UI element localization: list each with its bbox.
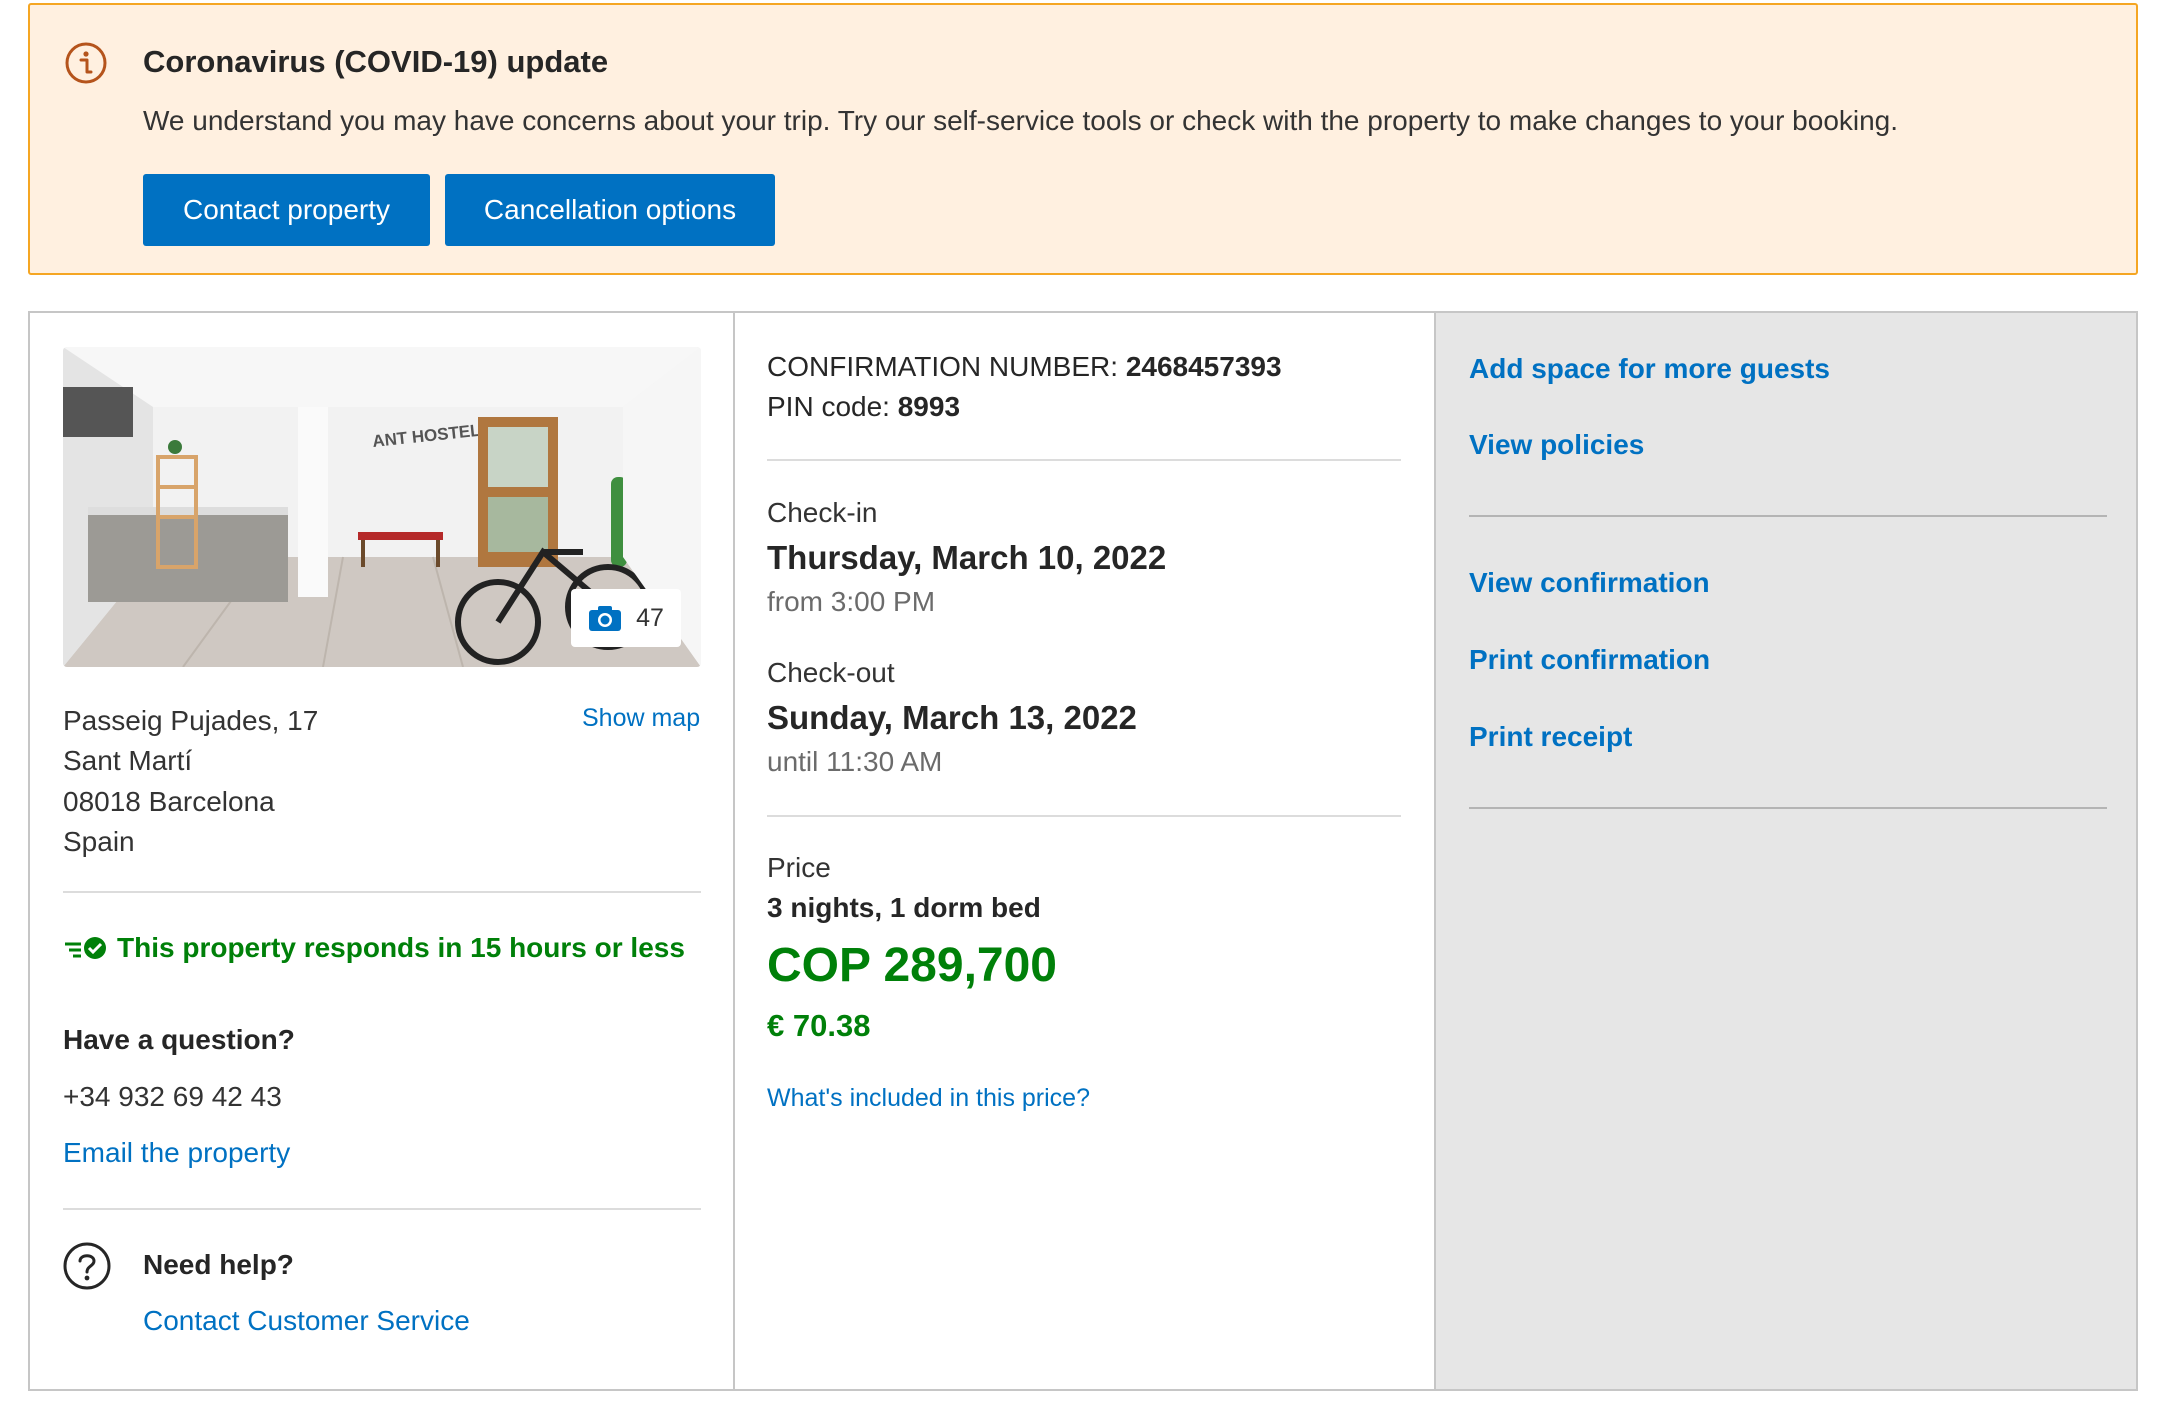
question-heading: Have a question?: [63, 1024, 295, 1055]
banner-title: Coronavirus (COVID-19) update: [143, 44, 609, 79]
price-included-link[interactable]: What's included in this price?: [767, 1084, 1090, 1113]
address-line: Passeig Pujades, 17: [63, 705, 319, 736]
booking-card: ANT HOSTEL 47 Passeig Pujades, 17 Sant M…: [28, 311, 2138, 1391]
banner-text: We understand you may have concerns abou…: [143, 105, 1899, 136]
confirmation-number-row: CONFIRMATION NUMBER: 2468457393: [767, 351, 1282, 383]
confirmation-number: 2468457393: [1125, 351, 1282, 382]
cancellation-options-button[interactable]: Cancellation options: [445, 174, 775, 246]
contact-property-button[interactable]: Contact property: [143, 174, 430, 246]
info-icon: [65, 42, 107, 84]
property-phone: +34 932 69 42 43: [63, 1081, 282, 1112]
email-property-link[interactable]: Email the property: [63, 1137, 290, 1169]
view-policies-link[interactable]: View policies: [1469, 429, 1644, 461]
pin-label: PIN code:: [767, 391, 890, 422]
price-detail: 3 nights, 1 dorm bed: [767, 892, 1041, 923]
print-confirmation-link[interactable]: Print confirmation: [1469, 644, 1710, 676]
contact-customer-service-link[interactable]: Contact Customer Service: [143, 1305, 470, 1337]
print-receipt-link[interactable]: Print receipt: [1469, 721, 1632, 753]
divider: [63, 1208, 701, 1210]
fast-response-check-icon: [65, 937, 106, 959]
add-space-link[interactable]: Add space for more guests: [1469, 353, 1830, 385]
help-question-icon: [63, 1242, 111, 1290]
checkin-date: Thursday, March 10, 2022: [767, 539, 1167, 576]
photo-count-badge[interactable]: 47: [571, 589, 681, 647]
camera-icon: [589, 606, 622, 631]
address-line: Spain: [63, 826, 135, 857]
divider: [1469, 515, 2107, 517]
divider: [1469, 807, 2107, 809]
property-photo[interactable]: ANT HOSTEL 47: [63, 347, 701, 667]
response-time-notice: This property responds in 15 hours or le…: [63, 932, 685, 964]
checkout-time: until 11:30 AM: [767, 746, 943, 777]
divider: [63, 891, 701, 893]
view-confirmation-link[interactable]: View confirmation: [1469, 567, 1710, 599]
column-divider: [1434, 313, 1436, 1389]
pin-code: 8993: [897, 391, 961, 422]
show-map-link[interactable]: Show map: [582, 704, 700, 733]
pin-code-row: PIN code: 8993: [767, 391, 960, 423]
checkin-time: from 3:00 PM: [767, 586, 936, 617]
divider: [767, 815, 1401, 817]
checkin-label: Check-in: [767, 497, 878, 528]
price-cop: COP 289,700: [767, 939, 1057, 992]
price-eur: € 70.38: [767, 1008, 871, 1043]
photo-count: 47: [636, 603, 664, 632]
checkout-label: Check-out: [767, 657, 895, 688]
checkout-date: Sunday, March 13, 2022: [767, 699, 1137, 736]
price-label: Price: [767, 852, 831, 883]
confirmation-label: CONFIRMATION NUMBER:: [767, 351, 1119, 382]
address-line: 08018 Barcelona: [63, 786, 275, 817]
column-divider: [733, 313, 735, 1389]
need-help-heading: Need help?: [143, 1249, 294, 1280]
address-line: Sant Martí: [63, 745, 193, 776]
covid-banner: Coronavirus (COVID-19) update We underst…: [28, 3, 2138, 275]
response-time-text: This property responds in 15 hours or le…: [117, 932, 685, 963]
divider: [767, 459, 1401, 461]
actions-panel: [1436, 313, 2136, 1389]
